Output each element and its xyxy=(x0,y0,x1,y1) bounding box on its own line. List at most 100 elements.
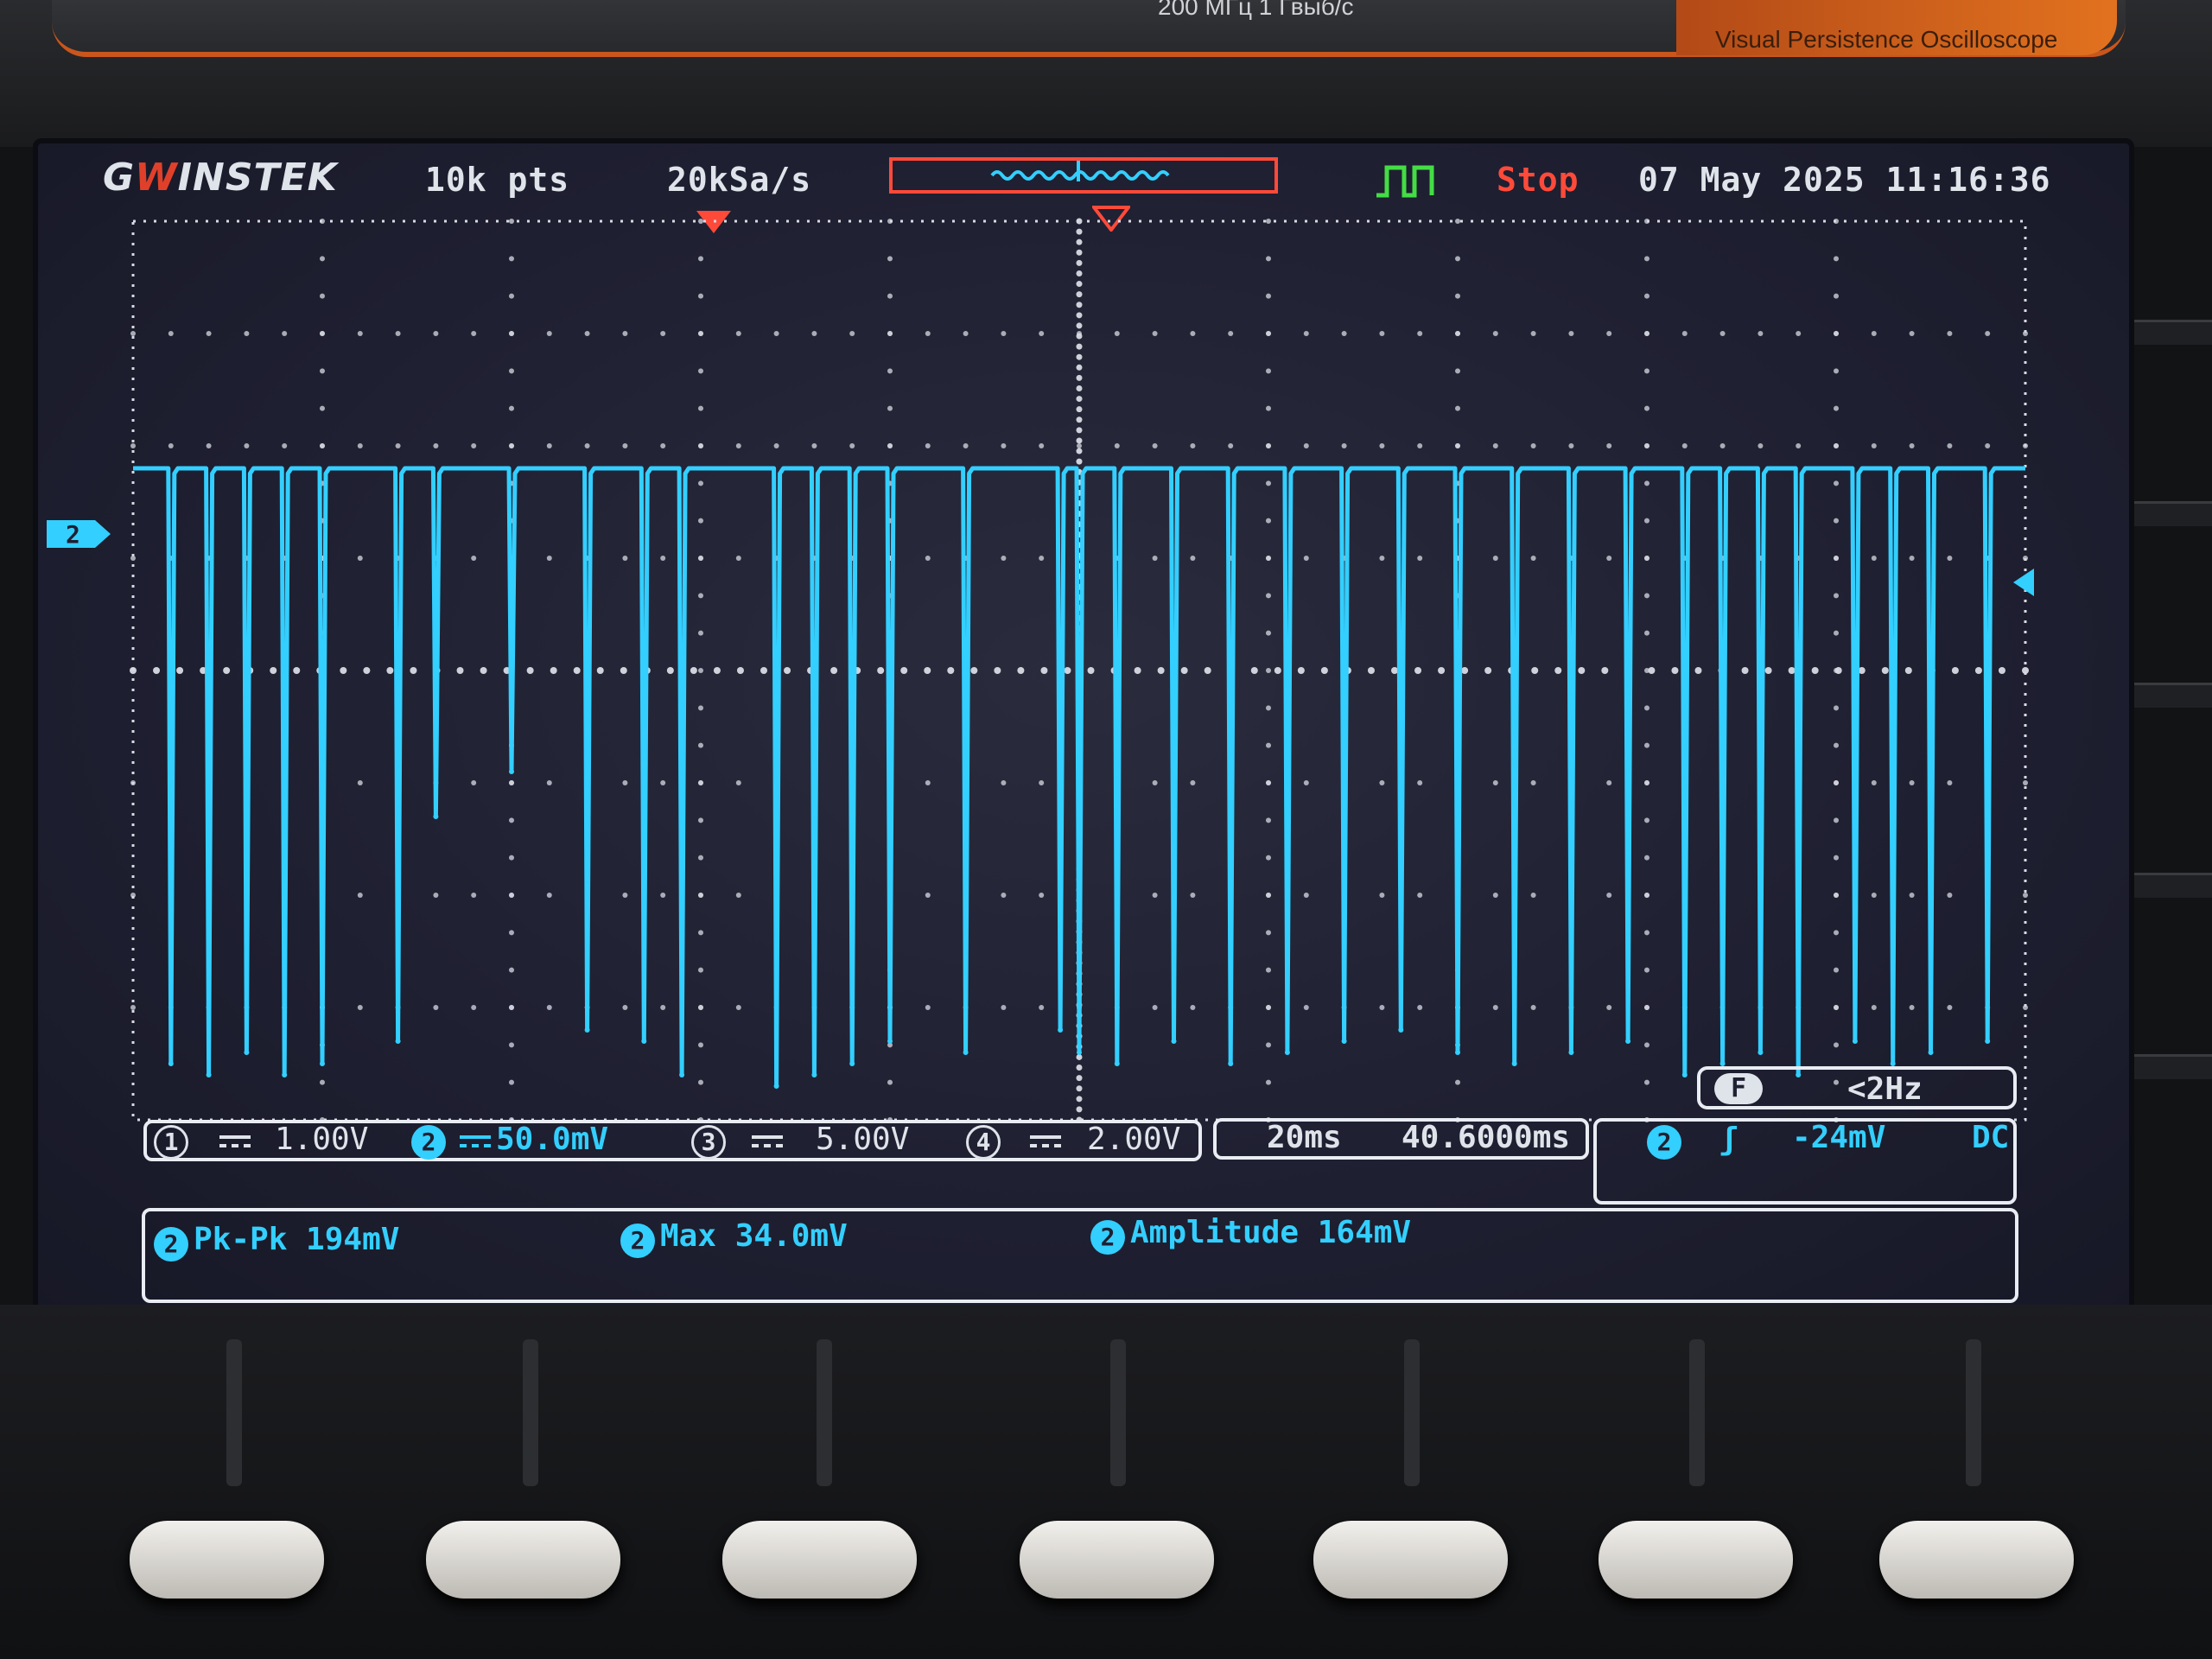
grid-dot xyxy=(1266,405,1271,411)
timebase-box[interactable]: 20ms 40.6000ms xyxy=(1213,1118,1589,1160)
pulse-point xyxy=(1511,1061,1517,1066)
softkey-4[interactable] xyxy=(1020,1521,1214,1599)
grid-dot xyxy=(1266,630,1271,636)
grid-dot xyxy=(480,667,487,674)
oscilloscope-screen: GWINSTEK 10k pts 20kSa/s Stop 07 May 202… xyxy=(33,138,2134,1324)
softkey-7[interactable] xyxy=(1879,1521,2074,1599)
softkey-3[interactable] xyxy=(722,1521,917,1599)
grid-dot xyxy=(1455,443,1460,448)
grid-dot xyxy=(925,443,931,448)
grid-dot xyxy=(1681,443,1688,448)
grid-dot xyxy=(509,930,514,936)
grid-dot xyxy=(1758,443,1764,448)
waveform-display[interactable] xyxy=(73,213,2086,1137)
grid-dot xyxy=(1001,893,1007,898)
grid-dot xyxy=(320,256,325,262)
grid-dot xyxy=(925,331,931,336)
grid-dot xyxy=(1190,443,1196,448)
grid-dot xyxy=(596,667,604,674)
sample-rate: 20kSa/s xyxy=(667,161,812,199)
grid-dot xyxy=(584,443,590,448)
channel-2-badge[interactable]: 2 xyxy=(411,1125,446,1160)
grid-dot xyxy=(1951,667,1959,674)
device-bottom-bezel xyxy=(0,1305,2212,1659)
softkey-5[interactable] xyxy=(1313,1521,1508,1599)
softkey-6[interactable] xyxy=(1599,1521,1793,1599)
grid-dot xyxy=(735,556,741,561)
grid-dot xyxy=(1644,855,1649,861)
grid-dot xyxy=(1266,1079,1271,1085)
grid-dot xyxy=(1076,396,1083,403)
grid-dot xyxy=(1320,667,1328,674)
grid-dot xyxy=(1455,256,1460,262)
pulse-point xyxy=(320,1061,325,1066)
channel-3-badge[interactable]: 3 xyxy=(691,1125,726,1160)
grid-dot xyxy=(1266,219,1271,224)
grid-dot xyxy=(456,667,464,674)
grid-dot xyxy=(1017,667,1025,674)
grid-dot xyxy=(1644,331,1649,336)
grid-dot xyxy=(1076,458,1083,465)
run-stop-status[interactable]: Stop xyxy=(1497,161,1580,199)
grid-dot xyxy=(509,780,514,785)
grid-dot xyxy=(1455,219,1460,224)
grid-dot xyxy=(1834,1042,1839,1048)
grid-dot xyxy=(887,219,893,224)
grid-dot xyxy=(1157,667,1165,674)
pulse-point xyxy=(1114,1061,1120,1066)
grid-dot xyxy=(698,405,703,411)
grid-dot xyxy=(1001,780,1007,785)
grid-dot xyxy=(1834,556,1839,561)
measurement-pk-pk[interactable]: Pk-Pk 194mV xyxy=(194,1222,399,1257)
logo-text: G xyxy=(103,156,136,200)
grid-dot xyxy=(1076,302,1083,308)
grid-dot xyxy=(1985,331,1991,336)
grid-dot xyxy=(1114,331,1120,336)
softkey-1[interactable] xyxy=(130,1521,324,1599)
grid-dot xyxy=(1947,1005,1953,1010)
grid-dot xyxy=(1834,593,1839,599)
grid-dot xyxy=(1040,667,1048,674)
grid-dot xyxy=(1417,780,1423,785)
grid-dot xyxy=(1076,1075,1083,1082)
grid-dot xyxy=(1871,331,1877,336)
grid-dot xyxy=(1461,667,1469,674)
measurement-amplitude[interactable]: Amplitude 164mV xyxy=(1130,1215,1411,1250)
grid-dot xyxy=(1076,364,1083,371)
grid-dot xyxy=(1881,667,1889,674)
grid-dot xyxy=(877,667,885,674)
memory-position-bar[interactable] xyxy=(889,157,1278,194)
channel-4-scale: 2.00V xyxy=(1087,1122,1181,1157)
grid-dot xyxy=(1492,556,1498,561)
grid-dot xyxy=(698,331,703,336)
channel-scale-bar[interactable]: 1 1.00V 2 50.0mV 3 5.00V 4 2.00V xyxy=(143,1120,1202,1161)
grid-dot xyxy=(320,331,325,336)
grid-dot xyxy=(509,967,514,973)
grid-dot xyxy=(1266,1042,1271,1048)
grid-dot xyxy=(1134,667,1141,674)
trigger-box[interactable]: 2 ʃ -24mV DC xyxy=(1593,1118,2017,1205)
grid-dot xyxy=(1414,667,1422,674)
channel-2-scale: 50.0mV xyxy=(496,1122,609,1157)
pulse-point xyxy=(1171,1039,1177,1044)
grid-dot xyxy=(1001,443,1007,448)
channel-1-badge[interactable]: 1 xyxy=(154,1125,188,1160)
measurement-max[interactable]: Max 34.0mV xyxy=(660,1218,848,1254)
channel-4-badge[interactable]: 4 xyxy=(966,1125,1001,1160)
grid-dot xyxy=(1064,667,1071,674)
brand-logo: GWINSTEK xyxy=(103,156,338,200)
device-top-bezel: 200 МГц 1 Гвыб/с Visual Persistence Osci… xyxy=(0,0,2212,147)
grid-dot xyxy=(924,667,931,674)
trigger-level-marker-icon[interactable] xyxy=(2010,565,2036,600)
grid-dot xyxy=(811,331,817,336)
grid-dot xyxy=(1492,893,1498,898)
grid-dot xyxy=(1644,405,1649,411)
grid-dot xyxy=(395,331,401,336)
channel-2-level-marker[interactable]: 2 xyxy=(45,517,114,551)
side-button-notch xyxy=(2134,320,2212,345)
grid-dot xyxy=(1266,893,1271,898)
grid-dot xyxy=(698,556,703,561)
pulse-point xyxy=(641,1039,647,1044)
softkey-2[interactable] xyxy=(426,1521,620,1599)
grid-dot xyxy=(1811,667,1819,674)
